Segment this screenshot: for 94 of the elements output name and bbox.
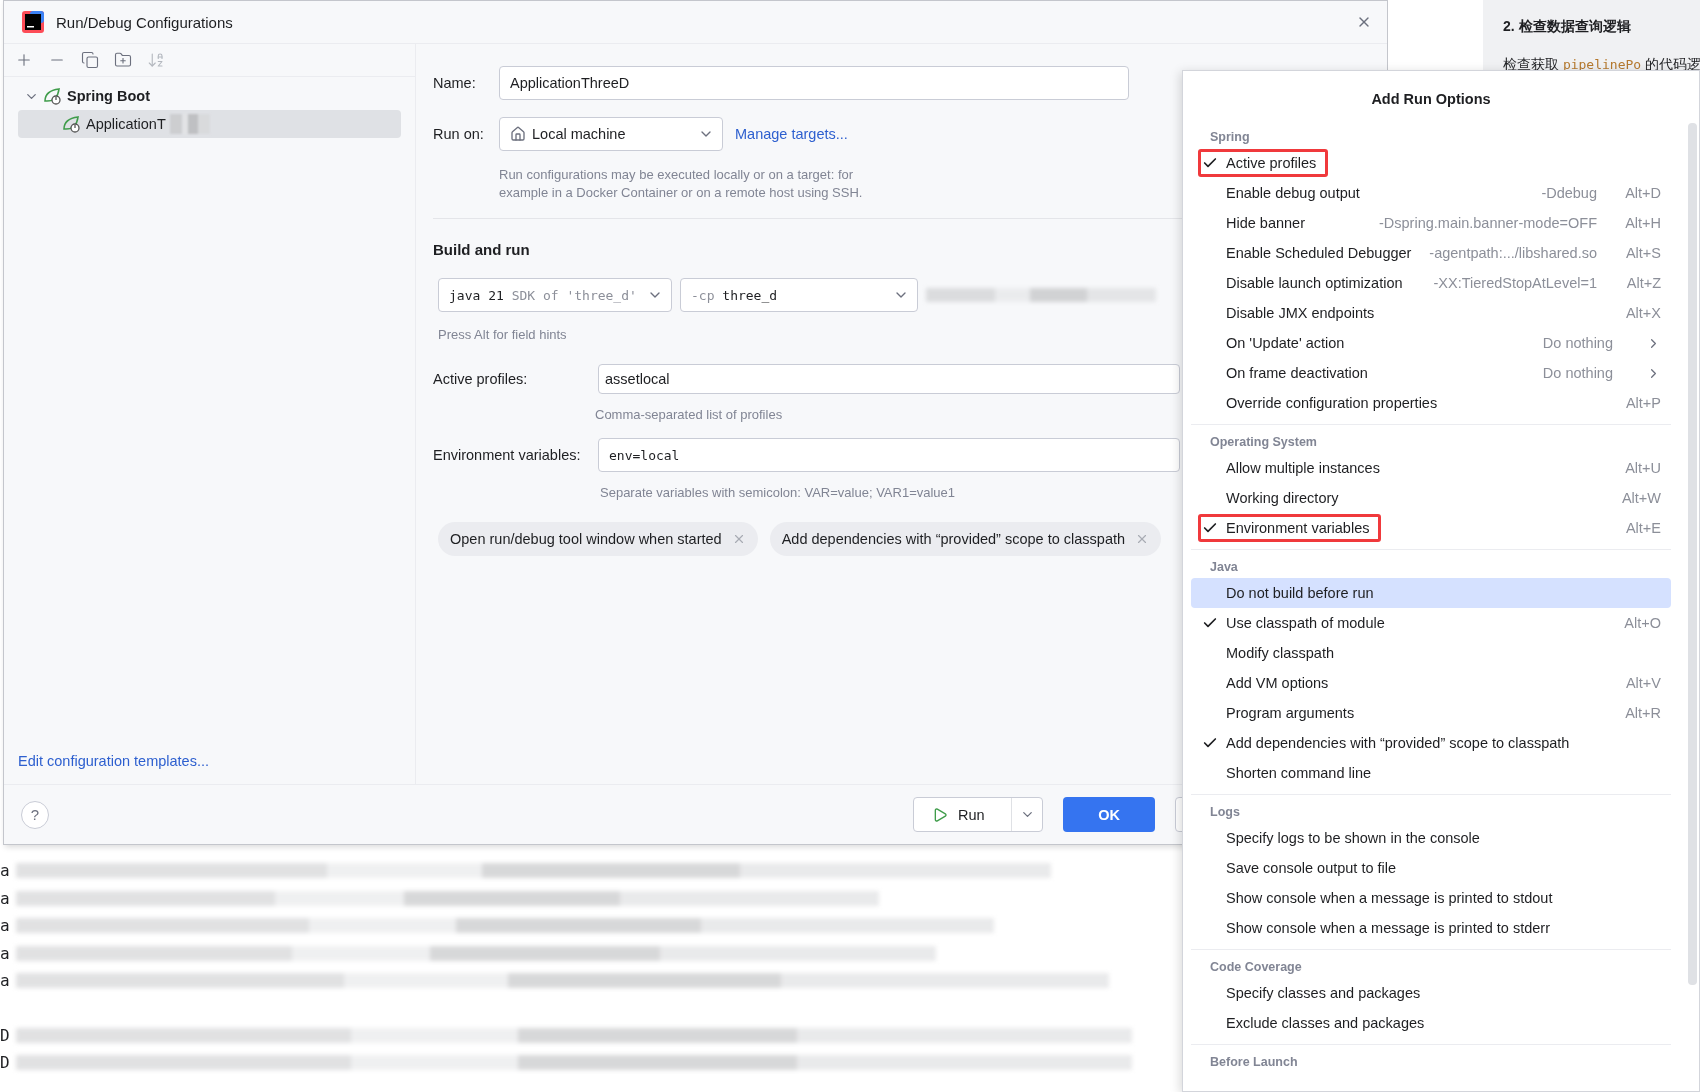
jre-dropdown[interactable]: java 21 SDK of 'three_d' (438, 278, 672, 312)
menu-item[interactable]: Program arguments Alt+R (1191, 698, 1671, 728)
menu-item[interactable]: Show console when a message is printed to stdout (1191, 883, 1671, 913)
console-text: D (0, 1025, 10, 1045)
window-title: Run/Debug Configurations (56, 13, 234, 31)
option-chip[interactable]: Add dependencies with “provided” scope to classpath (769, 522, 1162, 556)
popup-title: Add Run Options (1370, 90, 1492, 109)
tree-item-label: ApplicationT (86, 116, 166, 132)
option-hint: -Dspring.main.banner-mode=OFF (1378, 215, 1597, 231)
menu-item[interactable]: Add dependencies with “provided” scope to classpath (1191, 728, 1671, 758)
menu-item[interactable]: Disable JMX endpoints Alt+X (1191, 298, 1671, 328)
run-on-label: Run on: (433, 126, 485, 142)
menu-item[interactable]: Shorten command line (1191, 758, 1671, 788)
console-text: a (0, 861, 10, 881)
active-profiles-hint: Comma-separated list of profiles (595, 406, 783, 424)
help-button[interactable]: ? (21, 800, 49, 829)
section-header: Operating System (1209, 434, 1318, 451)
shortcut-text: Alt+O (1623, 615, 1661, 631)
name-label: Name: (433, 75, 477, 91)
shortcut-text: Alt+D (1624, 185, 1661, 201)
active-profiles-field[interactable]: assetlocal (598, 364, 1180, 394)
menu-item[interactable]: On frame deactivation Do nothing (1191, 358, 1671, 388)
logo-icon (22, 11, 44, 33)
shortcut-text: Alt+H (1624, 215, 1661, 231)
folder-plus-icon[interactable] (114, 51, 132, 69)
shortcut-text: Alt+X (1624, 305, 1661, 321)
menu-item[interactable]: Hide banner -Dspring.main.banner-mode=OFF Alt+H (1191, 208, 1671, 238)
env-variables-field[interactable]: env=local (598, 438, 1180, 472)
tree-item[interactable]: Spring Boot (18, 82, 401, 110)
console-text: D (0, 1053, 10, 1073)
menu-item[interactable]: Add VM options Alt+V (1191, 668, 1671, 698)
option-chip[interactable]: Open run/debug tool window when started (438, 522, 758, 556)
field-hint: Press Alt for field hints (438, 326, 567, 344)
menu-item[interactable]: Working directory Alt+W (1191, 483, 1671, 513)
console-text: a (0, 943, 10, 963)
shortcut-text: Alt+R (1624, 705, 1661, 721)
section-header: Before Launch (1209, 1054, 1299, 1071)
spring-boot-icon (43, 87, 63, 105)
option-hint: -XX:TieredStopAtLevel=1 (1432, 275, 1597, 291)
menu-item[interactable]: Environment variables Alt+E (1191, 513, 1671, 543)
menu-item[interactable]: Override configuration properties Alt+P (1191, 388, 1671, 418)
manage-targets-link[interactable]: Manage targets... (735, 126, 848, 142)
run-button[interactable]: Run (914, 798, 1012, 831)
menu-item[interactable]: Disable launch optimization -XX:TieredStopAtLevel=1 Alt+Z (1191, 268, 1671, 298)
menu-item[interactable]: Allow multiple instances Alt+U (1191, 453, 1671, 483)
ok-button[interactable]: OK (1063, 797, 1155, 832)
home-icon (510, 126, 526, 142)
add-icon[interactable] (15, 51, 33, 69)
menu-item[interactable]: Use classpath of module Alt+O (1191, 608, 1671, 638)
scrollbar[interactable] (1688, 123, 1697, 985)
section-header: Code Coverage (1209, 959, 1303, 976)
option-hint: -agentpath:.../libshared.so (1428, 245, 1597, 261)
document-heading: 2. 检查数据查询逻辑 (1503, 18, 1632, 36)
shortcut-text: Alt+Z (1625, 275, 1661, 291)
run-on-dropdown[interactable]: Local machine (499, 117, 723, 151)
shortcut-text: Alt+U (1624, 460, 1661, 476)
spring-boot-icon (62, 115, 82, 133)
option-hint: -Ddebug (1540, 185, 1597, 201)
section-header: Java (1209, 559, 1239, 576)
option-hint: Do nothing (1541, 365, 1613, 381)
menu-item[interactable]: On 'Update' action Do nothing (1191, 328, 1671, 358)
menu-item[interactable]: Enable debug output -Ddebug Alt+D (1191, 178, 1671, 208)
menu-item[interactable]: Modify classpath (1191, 638, 1671, 668)
copy-icon[interactable] (81, 51, 99, 69)
shortcut-text: Alt+S (1624, 245, 1661, 261)
menu-item[interactable]: Exclude classes and packages (1191, 1008, 1671, 1038)
shortcut-text: Alt+P (1624, 395, 1661, 411)
section-title: Build and run (433, 241, 530, 258)
play-icon (932, 806, 948, 823)
name-field[interactable]: ApplicationThreeD (499, 66, 1129, 100)
run-on-hint: Run configurations may be executed locally or on a target: for example in a Docker Container or on a remote host using SSH. (499, 166, 863, 202)
menu-item[interactable]: Active profiles (1191, 148, 1671, 178)
tree-item-label: Spring Boot (67, 88, 150, 104)
tree-item[interactable]: ApplicationT (18, 110, 401, 138)
active-profiles-label: Active profiles: (433, 371, 529, 387)
classpath-dropdown[interactable]: -cp three_d (680, 278, 918, 312)
shortcut-text: Alt+V (1624, 675, 1661, 691)
shortcut-text: Alt+E (1624, 520, 1661, 536)
env-variables-label: Environment variables: (433, 447, 582, 463)
menu-item[interactable]: Enable Scheduled Debugger -agentpath:.../libshared.so Alt+S (1191, 238, 1671, 268)
menu-item[interactable]: Show console when a message is printed to stderr (1191, 913, 1671, 943)
shortcut-text: Alt+W (1620, 490, 1661, 506)
console-text: a (0, 916, 10, 936)
section-header: Spring (1209, 129, 1251, 146)
console-text: a (0, 971, 10, 991)
option-hint: Do nothing (1541, 335, 1613, 351)
section-header: Logs (1209, 804, 1241, 821)
menu-item[interactable]: Specify classes and packages (1191, 978, 1671, 1008)
menu-item[interactable]: Do not build before run (1191, 578, 1671, 608)
menu-item[interactable]: Save console output to file (1191, 853, 1671, 883)
env-variables-hint: Separate variables with semicolon: VAR=value; VAR1=value1 (600, 484, 956, 502)
console-text: a (0, 888, 10, 908)
templates-link[interactable]: Edit configuration templates... (18, 753, 210, 769)
menu-item[interactable]: Specify logs to be shown in the console (1191, 823, 1671, 853)
